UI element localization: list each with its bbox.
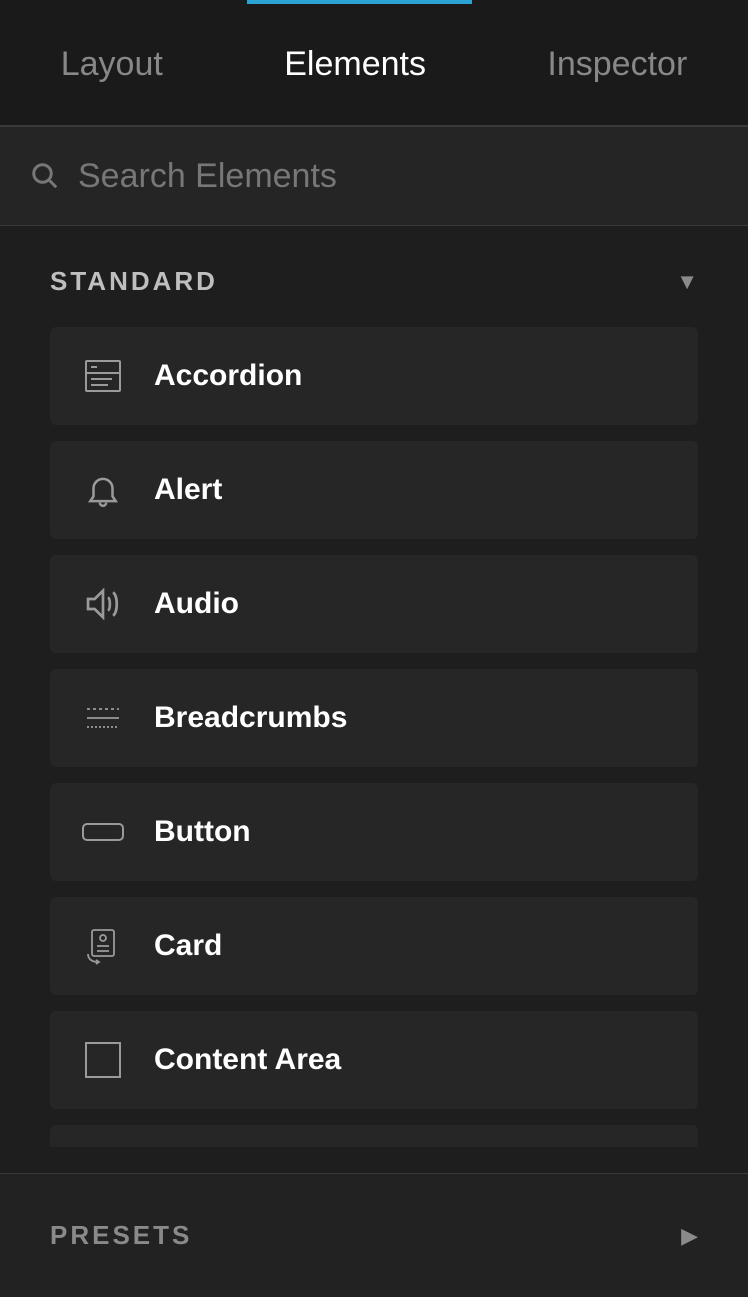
- element-label: Accordion: [154, 359, 302, 393]
- element-label: Breadcrumbs: [154, 701, 347, 735]
- bell-icon: [80, 467, 126, 513]
- element-accordion[interactable]: Accordion: [50, 327, 698, 425]
- element-alert[interactable]: Alert: [50, 441, 698, 539]
- presets-bar[interactable]: PRESETS ▶: [0, 1173, 748, 1297]
- tab-elements[interactable]: Elements: [274, 45, 436, 84]
- button-icon: [80, 809, 126, 855]
- element-label: Card: [154, 929, 222, 963]
- element-content-area[interactable]: Content Area: [50, 1011, 698, 1109]
- element-audio[interactable]: Audio: [50, 555, 698, 653]
- active-tab-indicator: [0, 0, 748, 4]
- tab-inspector[interactable]: Inspector: [537, 45, 697, 84]
- element-card[interactable]: Card: [50, 897, 698, 995]
- element-label: Content Area: [154, 1043, 341, 1077]
- content-area-icon: [80, 1037, 126, 1083]
- element-label: Audio: [154, 587, 239, 621]
- element-label: Alert: [154, 473, 222, 507]
- element-label: Button: [154, 815, 251, 849]
- next-element-peek[interactable]: [50, 1125, 698, 1147]
- section-header-standard[interactable]: STANDARD ▼: [0, 226, 748, 317]
- speaker-icon: [80, 581, 126, 627]
- elements-panel: STANDARD ▼ Accordion: [0, 226, 748, 1173]
- tab-bar: Layout Elements Inspector: [0, 4, 748, 126]
- chevron-right-icon[interactable]: ▶: [681, 1223, 698, 1249]
- section-title: STANDARD: [50, 266, 218, 297]
- accordion-icon: [80, 353, 126, 399]
- element-breadcrumbs[interactable]: Breadcrumbs: [50, 669, 698, 767]
- search-bar[interactable]: [0, 126, 748, 226]
- search-input[interactable]: [78, 157, 718, 196]
- element-list: Accordion Alert Audio: [0, 317, 748, 1109]
- card-icon: [80, 923, 126, 969]
- tab-layout[interactable]: Layout: [51, 45, 173, 84]
- presets-title: PRESETS: [50, 1220, 192, 1251]
- search-icon: [30, 161, 60, 191]
- element-button[interactable]: Button: [50, 783, 698, 881]
- chevron-down-icon[interactable]: ▼: [676, 269, 698, 295]
- breadcrumbs-icon: [80, 695, 126, 741]
